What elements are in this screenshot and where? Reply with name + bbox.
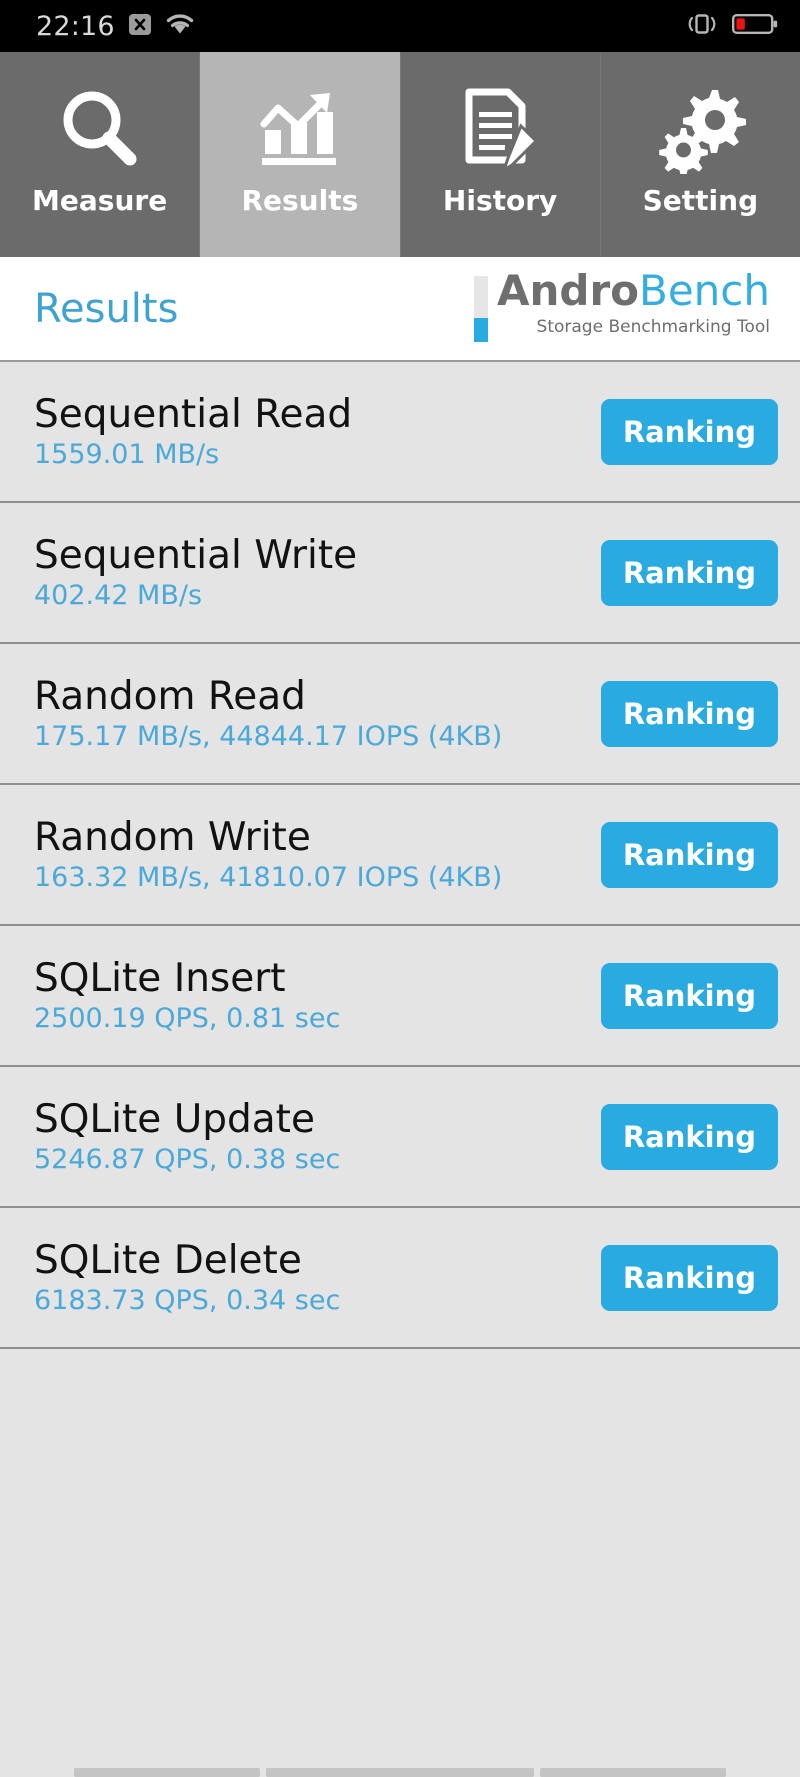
tab-history[interactable]: History [400,52,601,257]
ranking-button[interactable]: Ranking [600,821,778,888]
document-pencil-icon [454,82,546,174]
nav-home-button[interactable] [266,1768,534,1777]
androbench-logo: AndroBench Storage Benchmarking Tool [473,269,770,348]
androbench-results-screen: 22:16 Measure Results History Setting Re… [0,0,800,1777]
ranking-button[interactable]: Ranking [600,1103,778,1170]
ranking-button[interactable]: Ranking [600,1244,778,1311]
result-name: Sequential Write [34,532,358,578]
logo-word-bench: Bench [639,265,770,315]
system-navigation-bar [0,1719,800,1777]
tab-history-label: History [442,184,558,217]
result-name: Random Write [34,814,311,860]
main-tab-bar: Measure Results History Setting [0,52,800,257]
logo-bars-icon [473,270,488,348]
result-texts: Sequential Read 1559.01 MB/s [34,391,353,470]
result-value: 402.42 MB/s [34,579,203,611]
magnifier-icon [54,82,146,174]
wifi-icon [165,11,195,41]
result-texts: SQLite Update 5246.87 QPS, 0.38 sec [34,1096,341,1175]
status-bar: 22:16 [0,0,800,52]
result-value: 163.32 MB/s, 41810.07 IOPS (4KB) [34,861,503,893]
result-name: Sequential Read [34,391,353,437]
vibrate-icon [684,11,720,41]
table-row[interactable]: SQLite Insert 2500.19 QPS, 0.81 sec Rank… [0,926,800,1067]
tab-measure[interactable]: Measure [0,52,201,257]
nav-back-button[interactable] [74,1768,260,1777]
bar-chart-icon [254,82,346,174]
battery-low-icon [732,12,778,40]
tab-measure-label: Measure [32,184,168,217]
page-title: Results [34,285,179,332]
result-value: 6183.73 QPS, 0.34 sec [34,1284,341,1316]
table-row[interactable]: SQLite Update 5246.87 QPS, 0.38 sec Rank… [0,1067,800,1208]
result-value: 2500.19 QPS, 0.81 sec [34,1002,341,1034]
result-texts: Random Read 175.17 MB/s, 44844.17 IOPS (… [34,673,503,752]
page-header: Results AndroBench Storage Benchmarking … [0,257,800,362]
result-name: Random Read [34,673,306,719]
result-texts: Random Write 163.32 MB/s, 41810.07 IOPS … [34,814,503,893]
result-texts: Sequential Write 402.42 MB/s [34,532,358,611]
result-name: SQLite Update [34,1096,315,1142]
result-name: SQLite Delete [34,1237,302,1283]
status-clock: 22:16 [36,10,115,42]
result-name: SQLite Insert [34,955,286,1001]
table-row[interactable]: SQLite Delete 6183.73 QPS, 0.34 sec Rank… [0,1208,800,1349]
table-row[interactable]: Sequential Write 402.42 MB/s Ranking [0,503,800,644]
result-texts: SQLite Insert 2500.19 QPS, 0.81 sec [34,955,341,1034]
tab-results[interactable]: Results [200,52,401,257]
result-value: 175.17 MB/s, 44844.17 IOPS (4KB) [34,720,503,752]
result-texts: SQLite Delete 6183.73 QPS, 0.34 sec [34,1237,341,1316]
table-row[interactable]: Random Write 163.32 MB/s, 41810.07 IOPS … [0,785,800,926]
tab-setting[interactable]: Setting [600,52,800,257]
status-bar-right [684,11,778,41]
ranking-button[interactable]: Ranking [600,680,778,747]
table-row[interactable]: Random Read 175.17 MB/s, 44844.17 IOPS (… [0,644,800,785]
status-bar-left: 22:16 [36,11,195,41]
ranking-button[interactable]: Ranking [600,539,778,606]
result-value: 1559.01 MB/s [34,438,220,470]
ranking-button[interactable]: Ranking [600,398,778,465]
result-value: 5246.87 QPS, 0.38 sec [34,1143,341,1175]
logo-tagline: Storage Benchmarking Tool [536,316,770,337]
table-row[interactable]: Sequential Read 1559.01 MB/s Ranking [0,362,800,503]
ranking-button[interactable]: Ranking [600,962,778,1029]
logo-text: AndroBench Storage Benchmarking Tool [497,269,770,348]
gears-icon [654,82,747,174]
logo-word-andro: Andro [496,265,640,315]
tab-results-label: Results [241,184,359,217]
results-list: Sequential Read 1559.01 MB/s Ranking Seq… [0,362,800,1719]
logo-wordmark: AndroBench [497,269,770,312]
nav-recents-button[interactable] [540,1768,726,1777]
tab-setting-label: Setting [642,184,759,217]
sim-no-service-icon [127,11,153,41]
